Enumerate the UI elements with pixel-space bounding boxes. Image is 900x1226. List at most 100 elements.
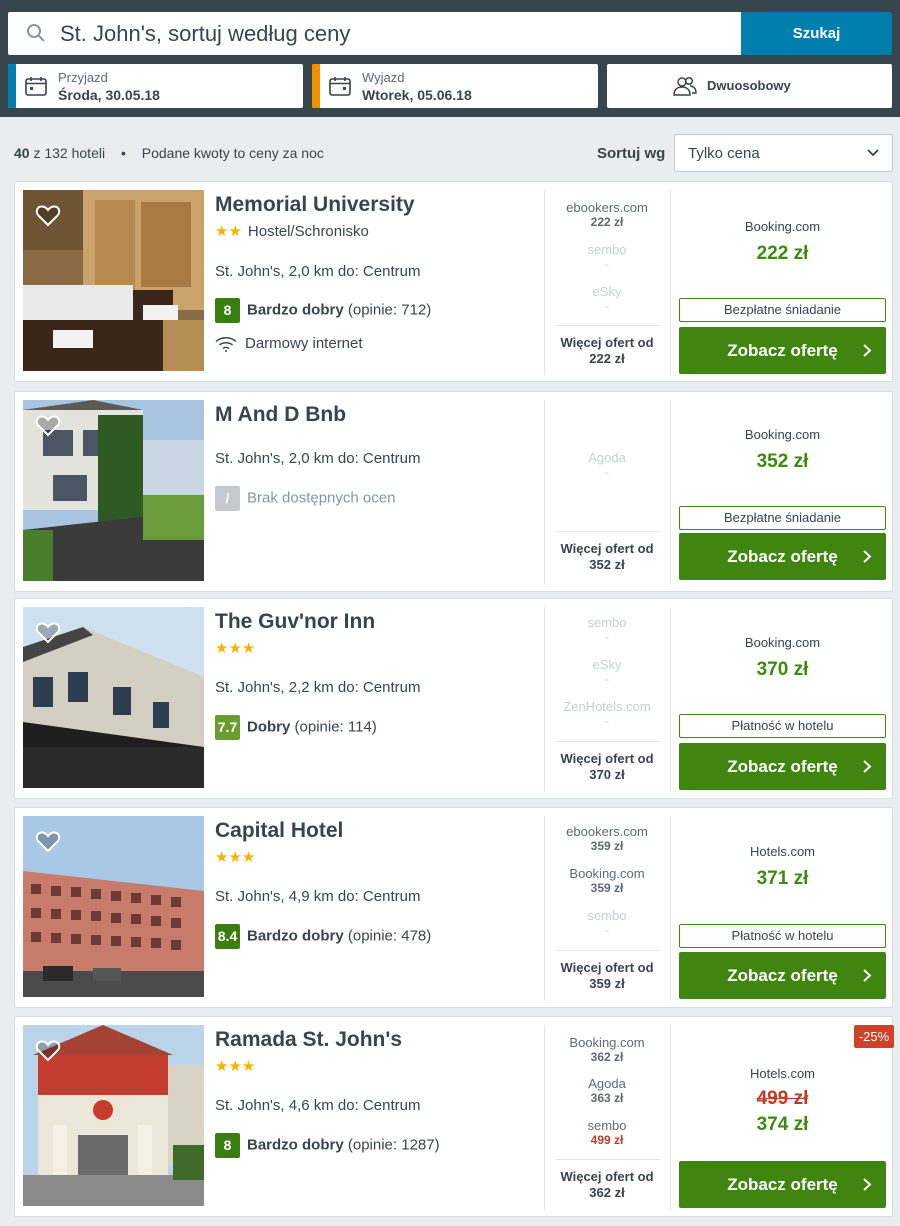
view-deal-label: Zobacz ofertę [727,966,838,985]
deal-site: ebookers.com [566,824,648,839]
hotel-card: M And D Bnb St. John's, 2,0 km do: Centr… [14,391,893,592]
checkout-date-picker[interactable]: Wyjazd Wtorek, 05.06.18 [312,64,598,108]
hotel-rating[interactable]: 8 Bardzo dobry (opinie: 712) [215,298,431,323]
best-price[interactable]: 352 zł [679,451,886,473]
amenity: Darmowy internet [215,335,363,353]
deal-offer[interactable]: ZenHotels.com - [555,699,659,728]
hotel-photo[interactable] [23,190,204,371]
hotel-location[interactable]: St. John's, 2,0 km do: Centrum [215,263,420,280]
divider [670,607,671,792]
deal-site: eSky [592,284,622,299]
star-rating: ★★ [215,223,242,240]
deal-offer[interactable]: sembo - [555,242,659,271]
hotel-rating[interactable]: 7.7 Dobry (opinie: 114) [215,715,377,740]
view-deal-label: Zobacz ofertę [727,757,838,776]
divider [670,400,671,585]
deal-offer[interactable]: Agoda - [555,450,659,479]
deal-price: - [605,299,609,313]
rating-badge: 8.4 [215,924,240,949]
view-deal-button[interactable]: Zobacz ofertę [679,1161,886,1208]
hotel-name[interactable]: Capital Hotel [215,819,343,843]
more-offers-label: Więcej ofert od [560,960,654,975]
more-offers-link[interactable]: Więcej ofert od 352 zł [555,541,659,573]
amenity-label: Darmowy internet [245,335,363,352]
checkin-date-picker[interactable]: Przyjazd Środa, 30.05.18 [8,64,303,108]
more-offers-price: 362 zł [589,1185,625,1200]
deal-price: 222 zł [590,215,624,229]
deal-price: - [605,257,609,271]
best-price[interactable]: 374 zł [679,1114,886,1136]
search-query[interactable]: St. John's, sortuj według ceny [60,21,350,47]
hotel-name[interactable]: Memorial University [215,193,415,217]
hotel-stars: ★★ Hostel/Schronisko [215,222,369,240]
hotel-photo[interactable] [23,1025,204,1206]
hotel-location[interactable]: St. John's, 2,2 km do: Centrum [215,679,420,696]
hotel-name[interactable]: M And D Bnb [215,403,346,427]
more-offers-link[interactable]: Więcej ofert od 359 zł [555,960,659,992]
more-offers-label: Więcej ofert od [560,335,654,350]
sort-selected-value: Tylko cena [688,145,760,162]
deal-offer[interactable]: ebookers.com 222 zł [555,200,659,229]
hotel-name[interactable]: Ramada St. John's [215,1028,402,1052]
hotel-rating[interactable]: 8.4 Bardzo dobry (opinie: 478) [215,924,431,949]
hotel-location[interactable]: St. John's, 4,9 km do: Centrum [215,888,420,905]
deal-offer[interactable]: Booking.com 362 zł [555,1035,659,1064]
provider-name[interactable]: Booking.com [679,635,886,650]
provider-name[interactable]: Hotels.com [679,1066,886,1081]
more-offers-price: 352 zł [589,557,625,572]
rating-word: Bardzo dobry [247,1136,344,1154]
favorite-heart-icon[interactable] [35,830,61,854]
results-summary: 40 z 132 hoteli • Podane kwoty to ceny z… [14,145,324,161]
favorite-heart-icon[interactable] [35,621,61,645]
deal-offer[interactable]: ebookers.com 359 zł [555,824,659,853]
hotel-rating[interactable]: 8 Bardzo dobry (opinie: 1287) [215,1133,440,1158]
sort-dropdown[interactable]: Tylko cena [674,134,893,172]
hotel-stars: ★★★ [215,639,255,657]
deal-offer[interactable]: Booking.com 359 zł [555,866,659,895]
deal-offer[interactable]: Agoda 363 zł [555,1076,659,1105]
best-price[interactable]: 370 zł [679,659,886,681]
rating-badge: / [215,486,240,511]
more-offers-link[interactable]: Więcej ofert od 362 zł [555,1169,659,1201]
star-rating: ★★★ [215,849,256,866]
provider-name[interactable]: Booking.com [679,219,886,234]
calendar-icon [25,77,47,96]
chevron-down-icon [867,149,879,157]
deal-offer[interactable]: sembo - [555,908,659,937]
hotel-photo[interactable] [23,607,204,788]
room-type-selector[interactable]: Dwuosobowy [607,64,892,108]
view-deal-button[interactable]: Zobacz ofertę [679,533,886,580]
hotel-photo[interactable] [23,400,204,581]
review-count: (opinie: 114) [294,718,377,736]
more-offers-link[interactable]: Więcej ofert od 370 zł [555,751,659,783]
favorite-heart-icon[interactable] [35,414,61,438]
search-button[interactable]: Szukaj [741,12,892,55]
view-deal-button[interactable]: Zobacz ofertę [679,743,886,790]
rating-word: Dobry [247,718,291,736]
more-offers-link[interactable]: Więcej ofert od 222 zł [555,335,659,367]
favorite-heart-icon[interactable] [35,1039,61,1063]
hotel-location[interactable]: St. John's, 4,6 km do: Centrum [215,1097,420,1114]
checkin-label: Przyjazd [58,70,108,85]
favorite-heart-icon[interactable] [35,204,61,228]
calendar-icon [329,77,351,96]
deal-offer[interactable]: sembo - [555,615,659,644]
deal-offer[interactable]: eSky - [555,284,659,313]
hotel-location[interactable]: St. John's, 2,0 km do: Centrum [215,450,420,467]
hotel-photo[interactable] [23,816,204,997]
deal-site: Booking.com [569,1035,645,1050]
view-deal-button[interactable]: Zobacz ofertę [679,327,886,374]
deal-offer[interactable]: sembo 499 zł [555,1118,659,1147]
best-price[interactable]: 222 zł [679,243,886,265]
best-price[interactable]: 371 zł [679,868,886,890]
view-deal-button[interactable]: Zobacz ofertę [679,952,886,999]
deal-offer[interactable]: eSky - [555,657,659,686]
provider-name[interactable]: Hotels.com [679,844,886,859]
offer-tag: Bezpłatne śniadanie [679,298,886,322]
provider-name[interactable]: Booking.com [679,427,886,442]
hotel-name[interactable]: The Guv'nor Inn [215,610,375,634]
search-input[interactable]: St. John's, sortuj według ceny [8,12,741,55]
guests-icon [673,76,697,96]
deal-site: Agoda [588,450,626,465]
results-total: z 132 hoteli [33,145,106,161]
